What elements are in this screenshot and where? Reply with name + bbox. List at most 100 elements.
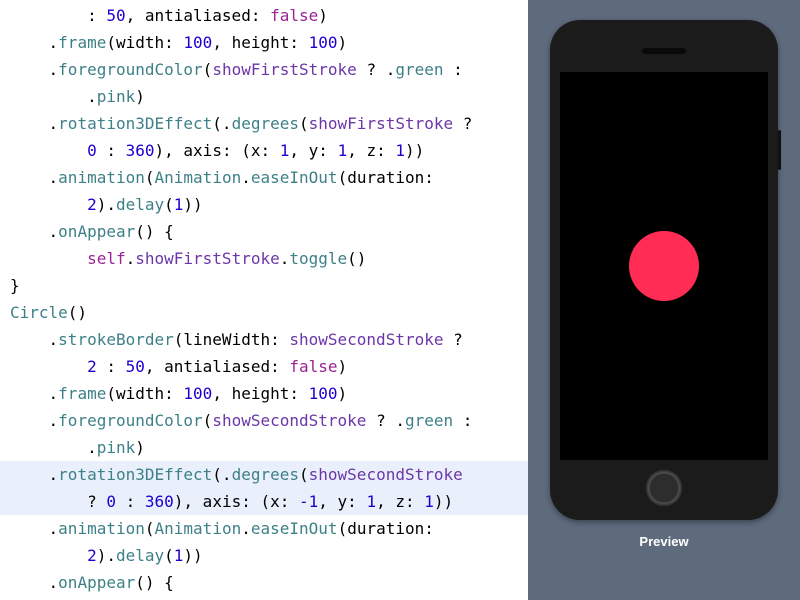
code-token: Animation <box>155 519 242 538</box>
code-token: ), axis: (x: <box>174 492 299 511</box>
code-token: , height: <box>212 33 308 52</box>
code-line[interactable]: self.showSecondStroke.toggle() <box>0 596 528 600</box>
code-token: ( <box>145 519 155 538</box>
code-token: : <box>444 60 463 79</box>
code-editor[interactable]: : 50, antialiased: false) .frame(width: … <box>0 0 528 600</box>
code-token: )) <box>405 141 424 160</box>
code-line[interactable]: .rotation3DEffect(.degrees(showFirstStro… <box>0 110 528 137</box>
code-token: ( <box>145 168 155 187</box>
code-token: Circle <box>10 303 68 322</box>
code-token: . <box>10 330 58 349</box>
code-line[interactable]: : 50, antialiased: false) <box>0 2 528 29</box>
code-token: 50 <box>106 6 125 25</box>
code-token: )) <box>183 546 202 565</box>
code-token: (. <box>212 465 231 484</box>
speaker-slot <box>642 48 686 54</box>
code-token: , antialiased: <box>126 6 271 25</box>
code-token: ( <box>164 195 174 214</box>
code-line[interactable]: 2).delay(1)) <box>0 191 528 218</box>
code-token: . <box>10 168 58 187</box>
code-token: 1 <box>174 546 184 565</box>
code-line[interactable]: .animation(Animation.easeInOut(duration: <box>0 164 528 191</box>
code-token: ( <box>299 465 309 484</box>
code-token: . <box>241 519 251 538</box>
code-token: degrees <box>232 114 299 133</box>
code-token: () { <box>135 573 174 592</box>
code-token: . <box>10 411 58 430</box>
code-token: 100 <box>309 384 338 403</box>
code-token: . <box>10 465 58 484</box>
code-token: )) <box>183 195 202 214</box>
code-line[interactable]: .animation(Animation.easeInOut(duration: <box>0 515 528 542</box>
code-token: onAppear <box>58 222 135 241</box>
code-token: green <box>395 60 443 79</box>
code-token: ? <box>453 114 472 133</box>
code-token: rotation3DEffect <box>58 114 212 133</box>
code-line[interactable]: .onAppear() { <box>0 569 528 596</box>
code-token: : <box>97 141 126 160</box>
code-token: . <box>10 87 97 106</box>
code-token: ( <box>164 546 174 565</box>
code-token: frame <box>58 384 106 403</box>
code-token: showSecondStroke <box>309 465 463 484</box>
code-token: animation <box>58 168 145 187</box>
code-token: 100 <box>309 33 338 52</box>
code-token: } <box>10 276 20 295</box>
code-token: . <box>10 33 58 52</box>
code-line[interactable]: .strokeBorder(lineWidth: showSecondStrok… <box>0 326 528 353</box>
code-line[interactable]: .onAppear() { <box>0 218 528 245</box>
code-token: degrees <box>232 465 299 484</box>
code-token <box>10 249 87 268</box>
code-token: ). <box>97 546 116 565</box>
code-token: : <box>10 6 106 25</box>
code-line[interactable]: .pink) <box>0 434 528 461</box>
code-token: delay <box>116 546 164 565</box>
code-line[interactable]: 2 : 50, antialiased: false) <box>0 353 528 380</box>
code-token: : <box>116 492 145 511</box>
code-token: ). <box>97 195 116 214</box>
code-token: toggle <box>289 249 347 268</box>
code-token: 50 <box>126 357 145 376</box>
code-line[interactable]: .rotation3DEffect(.degrees(showSecondStr… <box>0 461 528 488</box>
code-token: , height: <box>212 384 308 403</box>
code-token: 0 <box>87 141 97 160</box>
code-token: . <box>10 384 58 403</box>
code-token: 100 <box>183 33 212 52</box>
code-line[interactable]: 0 : 360), axis: (x: 1, y: 1, z: 1)) <box>0 137 528 164</box>
code-token: (duration: <box>338 168 434 187</box>
code-token: ? <box>10 492 106 511</box>
code-token: 1 <box>280 141 290 160</box>
code-token: ) <box>338 384 348 403</box>
code-token: () { <box>135 222 174 241</box>
code-line[interactable]: ? 0 : 360), axis: (x: -1, y: 1, z: 1)) <box>0 488 528 515</box>
code-token: showSecondStroke <box>289 330 443 349</box>
code-token: ? . <box>366 411 405 430</box>
code-token: easeInOut <box>251 519 338 538</box>
code-token <box>10 195 87 214</box>
code-line[interactable]: 2).delay(1)) <box>0 542 528 569</box>
code-token: foregroundColor <box>58 411 203 430</box>
home-button[interactable] <box>646 470 682 506</box>
code-line[interactable]: self.showFirstStroke.toggle() <box>0 245 528 272</box>
code-token: ( <box>299 114 309 133</box>
code-token <box>10 357 87 376</box>
code-token: . <box>10 114 58 133</box>
code-line[interactable]: Circle() <box>0 299 528 326</box>
code-line[interactable]: .pink) <box>0 83 528 110</box>
code-line[interactable]: .frame(width: 100, height: 100) <box>0 380 528 407</box>
code-line[interactable]: } <box>0 272 528 299</box>
code-token: . <box>10 60 58 79</box>
device-frame <box>550 20 778 520</box>
code-token: showSecondStroke <box>212 411 366 430</box>
circle-shape <box>629 231 699 301</box>
code-line[interactable]: .foregroundColor(showFirstStroke ? .gree… <box>0 56 528 83</box>
code-token: ? <box>443 330 462 349</box>
code-token: ) <box>135 87 145 106</box>
code-token: showFirstStroke <box>212 60 357 79</box>
code-token: -1 <box>299 492 318 511</box>
code-token: . <box>10 438 97 457</box>
code-line[interactable]: .foregroundColor(showSecondStroke ? .gre… <box>0 407 528 434</box>
code-line[interactable]: .frame(width: 100, height: 100) <box>0 29 528 56</box>
device-screen[interactable] <box>560 72 768 460</box>
code-token: . <box>10 519 58 538</box>
